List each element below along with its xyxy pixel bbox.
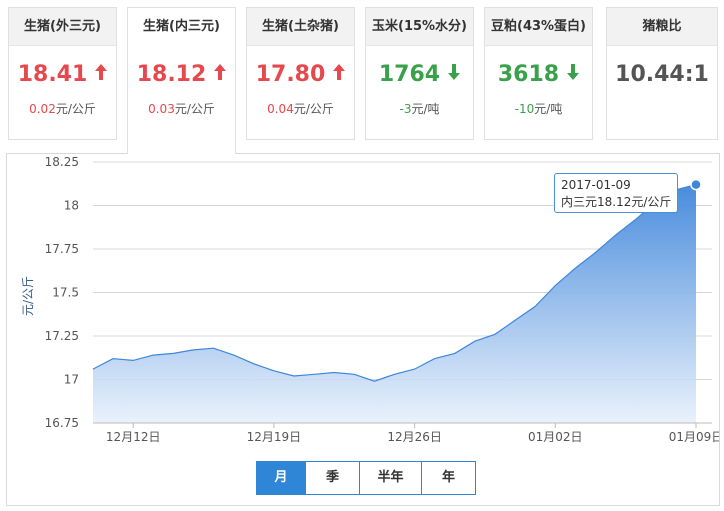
- change-value: 0.02: [29, 102, 56, 116]
- up-arrow-icon: [333, 64, 346, 80]
- card-change: -10元/吨: [485, 100, 592, 117]
- x-tick-label: 01月09日: [669, 430, 719, 444]
- tooltip-date: 2017-01-09: [561, 178, 631, 192]
- card-price: 17.80: [247, 60, 354, 90]
- card-title: 生猪(土杂猪): [247, 8, 354, 46]
- card-corn[interactable]: 玉米(15%水分) 1764 -3元/吨: [365, 7, 474, 140]
- card-change: -3元/吨: [366, 100, 473, 117]
- price-value: 18.12: [136, 62, 207, 87]
- y-tick-label: 17: [64, 373, 79, 387]
- y-tick-label: 18.25: [45, 155, 79, 169]
- y-tick-label: 18: [64, 199, 79, 213]
- chart-tooltip: 2017-01-09 内三元18.12元/公斤: [554, 173, 678, 213]
- change-value: 0.04: [267, 102, 294, 116]
- up-arrow-icon: [95, 64, 108, 80]
- y-tick-label: 17.75: [45, 242, 79, 256]
- y-tick-label: 17.25: [45, 329, 79, 343]
- tab-quarter[interactable]: 季: [306, 461, 360, 495]
- y-axis-label: 元/公斤: [21, 276, 35, 316]
- price-value: 3618: [497, 62, 560, 87]
- card-pig-internal[interactable]: 生猪(内三元) 18.12 0.03元/公斤: [127, 7, 236, 154]
- card-title: 豆粕(43%蛋白): [485, 8, 592, 46]
- tab-year[interactable]: 年: [422, 461, 476, 495]
- card-title: 猪粮比: [607, 8, 717, 46]
- tab-month[interactable]: 月: [256, 461, 306, 495]
- down-arrow-icon: [448, 64, 461, 80]
- card-title: 生猪(内三元): [128, 8, 235, 46]
- card-change: 0.04元/公斤: [247, 100, 354, 117]
- y-tick-label: 16.75: [45, 416, 79, 430]
- y-tick-label: 17.5: [52, 286, 79, 300]
- down-arrow-icon: [567, 64, 580, 80]
- card-pig-grain-ratio[interactable]: 猪粮比 10.44:1: [606, 7, 718, 140]
- highlight-point: [690, 178, 702, 191]
- change-value: -10: [514, 102, 535, 116]
- x-tick-label: 12月26日: [387, 430, 442, 444]
- change-unit: 元/吨: [411, 102, 440, 116]
- card-change: 0.03元/公斤: [128, 100, 235, 117]
- card-title: 生猪(外三元): [9, 8, 116, 46]
- card-price: 1764: [366, 60, 473, 90]
- x-tick-label: 01月02日: [528, 430, 583, 444]
- card-price: 3618: [485, 60, 592, 90]
- card-title: 玉米(15%水分): [366, 8, 473, 46]
- card-price: 10.44:1: [607, 60, 717, 90]
- change-unit: 元/公斤: [55, 102, 96, 116]
- tooltip-value: 内三元18.12元/公斤: [561, 195, 672, 209]
- card-price: 18.41: [9, 60, 116, 90]
- up-arrow-icon: [214, 64, 227, 80]
- series-area: [93, 184, 696, 423]
- card-change: 0.02元/公斤: [9, 100, 116, 117]
- price-value: 10.44:1: [615, 62, 709, 87]
- card-soymeal[interactable]: 豆粕(43%蛋白) 3618 -10元/吨: [484, 7, 593, 140]
- card-pig-local[interactable]: 生猪(土杂猪) 17.80 0.04元/公斤: [246, 7, 355, 140]
- price-value: 1764: [378, 62, 441, 87]
- price-cards: 生猪(外三元) 18.41 0.02元/公斤 生猪(内三元) 18.12 0.0…: [8, 7, 720, 154]
- change-unit: 元/吨: [534, 102, 563, 116]
- change-unit: 元/公斤: [174, 102, 215, 116]
- price-value: 18.41: [17, 62, 88, 87]
- change-value: -3: [399, 102, 412, 116]
- change-unit: 元/公斤: [293, 102, 334, 116]
- price-value: 17.80: [255, 62, 326, 87]
- x-tick-label: 12月12日: [106, 430, 161, 444]
- change-value: 0.03: [148, 102, 175, 116]
- x-tick-label: 12月19日: [247, 430, 302, 444]
- card-price: 18.12: [128, 60, 235, 90]
- range-tabs: 月 季 半年 年: [256, 461, 476, 495]
- card-pig-external[interactable]: 生猪(外三元) 18.41 0.02元/公斤: [8, 7, 117, 140]
- tab-half-year[interactable]: 半年: [360, 461, 422, 495]
